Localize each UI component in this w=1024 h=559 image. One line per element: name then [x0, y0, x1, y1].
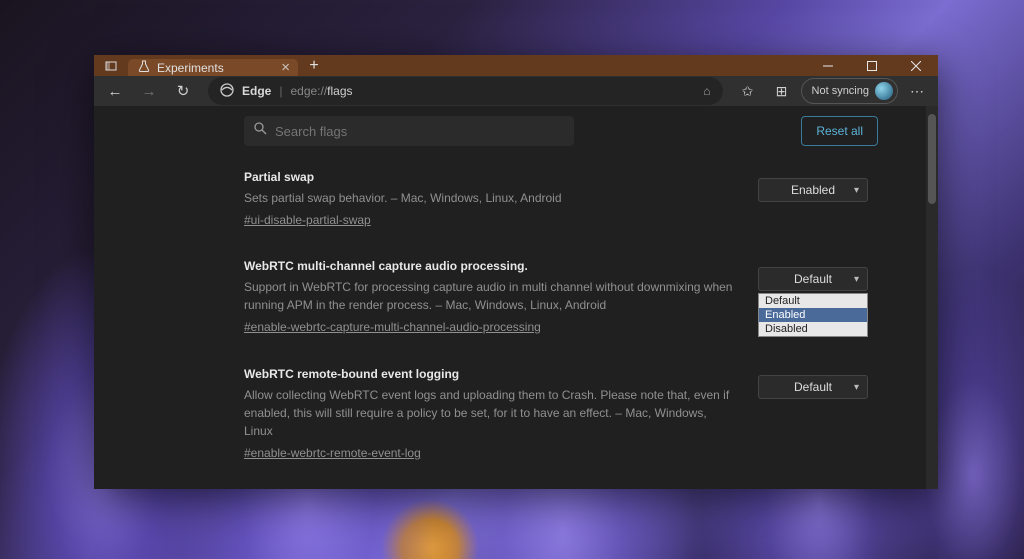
search-icon — [254, 122, 267, 140]
flag-row: Partial swap Sets partial swap behavior.… — [244, 168, 878, 229]
titlebar-drag-area[interactable] — [330, 55, 806, 76]
flag-row: WebRTC remote-bound event logging Allow … — [244, 365, 878, 462]
flag-anchor-link[interactable]: #enable-webrtc-remote-event-log — [244, 446, 421, 460]
tab-experiments[interactable]: Experiments × — [128, 59, 298, 76]
back-button[interactable]: ← — [100, 76, 130, 106]
address-product-label: Edge — [242, 84, 271, 98]
flag-select-dropdown[interactable]: Default Enabled Disabled — [758, 293, 868, 337]
flag-title: Partial swap — [244, 168, 738, 186]
collections-icon[interactable]: ⊞ — [767, 76, 797, 106]
forward-button: → — [134, 76, 164, 106]
search-box[interactable] — [244, 116, 574, 146]
close-window-button[interactable] — [894, 55, 938, 76]
tab-title: Experiments — [157, 61, 224, 75]
toolbar: ← → ↻ Edge | edge://flags ⌂ ✩ ⊞ Not sync… — [94, 76, 938, 106]
more-menu-icon[interactable]: ⋯ — [902, 76, 932, 106]
page-content: Reset all Partial swap Sets partial swap… — [94, 106, 938, 489]
address-url: edge://flags — [290, 84, 352, 98]
flag-description: Support in WebRTC for processing capture… — [244, 278, 738, 314]
scrollbar[interactable] — [926, 106, 938, 489]
flag-description: Allow collecting WebRTC event logs and u… — [244, 386, 738, 440]
edge-logo-icon — [220, 83, 234, 100]
flag-row: WebRTC multi-channel capture audio proce… — [244, 257, 878, 337]
flags-list: Partial swap Sets partial swap behavior.… — [94, 156, 938, 489]
dropdown-option-default[interactable]: Default — [759, 294, 867, 308]
flask-icon — [138, 60, 150, 75]
flag-select[interactable]: Default — [758, 267, 868, 291]
site-info-icon[interactable]: ⌂ — [703, 84, 710, 98]
flag-description: Sets partial swap behavior. – Mac, Windo… — [244, 189, 738, 207]
flag-select[interactable]: Enabled — [758, 178, 868, 202]
dropdown-option-disabled[interactable]: Disabled — [759, 322, 867, 336]
search-input[interactable] — [275, 124, 564, 139]
minimize-button[interactable] — [806, 55, 850, 76]
reset-all-button[interactable]: Reset all — [801, 116, 878, 146]
profile-sync-button[interactable]: Not syncing — [801, 78, 898, 104]
tab-close-icon[interactable]: × — [281, 59, 290, 76]
sync-label: Not syncing — [812, 85, 869, 97]
address-bar[interactable]: Edge | edge://flags ⌂ — [208, 77, 723, 105]
scrollbar-thumb[interactable] — [928, 114, 936, 204]
browser-window: Experiments × + ← → ↻ Edge | edge://flag… — [94, 55, 938, 489]
favorites-icon[interactable]: ✩ — [733, 76, 763, 106]
dropdown-option-enabled[interactable]: Enabled — [759, 308, 867, 322]
flag-title: WebRTC remote-bound event logging — [244, 365, 738, 383]
flag-title: WebRTC multi-channel capture audio proce… — [244, 257, 738, 275]
flag-anchor-link[interactable]: #ui-disable-partial-swap — [244, 213, 371, 227]
new-tab-button[interactable]: + — [298, 55, 330, 76]
maximize-button[interactable] — [850, 55, 894, 76]
flag-anchor-link[interactable]: #enable-webrtc-capture-multi-channel-aud… — [244, 320, 541, 334]
flag-select[interactable]: Default — [758, 375, 868, 399]
titlebar[interactable]: Experiments × + — [94, 55, 938, 76]
refresh-button[interactable]: ↻ — [168, 76, 198, 106]
address-separator: | — [279, 84, 282, 98]
avatar-icon — [875, 82, 893, 100]
tab-actions-icon[interactable] — [94, 55, 128, 76]
